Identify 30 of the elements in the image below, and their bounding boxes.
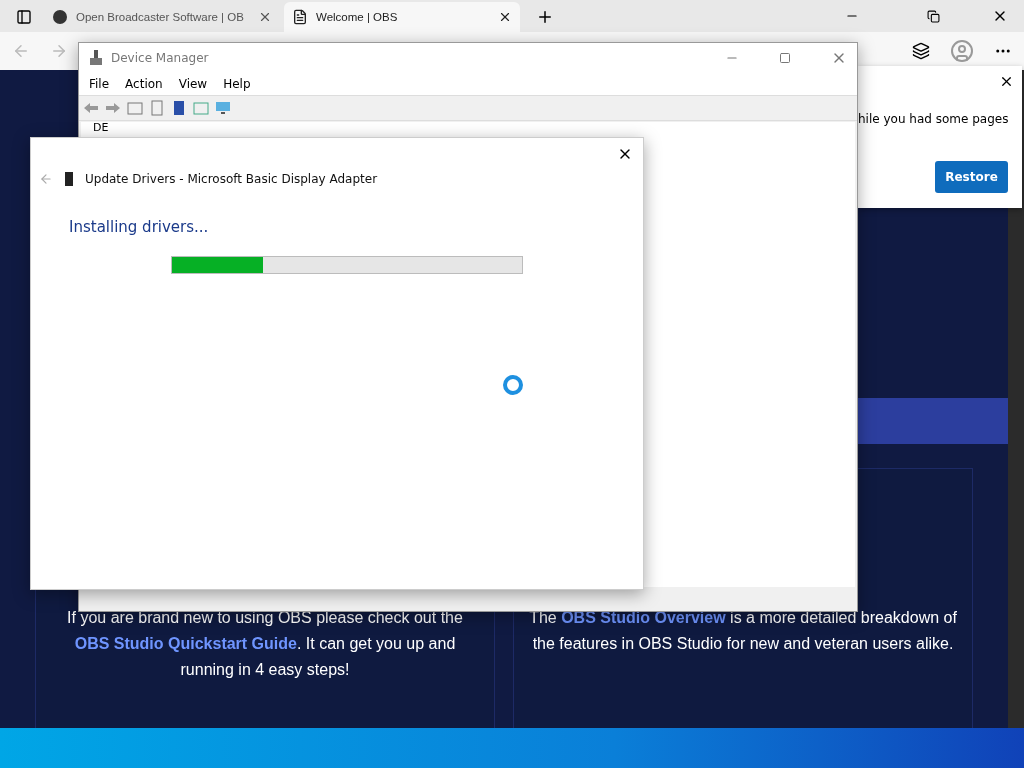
guide-link[interactable]: OBS Studio Quickstart Guide [74, 635, 297, 652]
logo-icon [52, 9, 68, 25]
tab-actions-icon[interactable] [16, 9, 32, 25]
new-tab-icon[interactable] [536, 8, 554, 26]
menu-item[interactable]: Help [223, 77, 251, 91]
monitor-icon[interactable] [215, 100, 231, 116]
close-icon[interactable] [258, 10, 272, 24]
browser-tab[interactable]: Open Broadcaster Software | OB [44, 2, 280, 32]
adapter-icon [65, 172, 73, 186]
popup-message: hile you had some pages [858, 112, 1009, 126]
menu-item[interactable]: File [89, 77, 110, 91]
status-text: Installing drivers... [69, 218, 210, 236]
tree-item[interactable]: DE [93, 121, 109, 134]
restore-icon[interactable] [927, 10, 940, 23]
avatar-icon[interactable] [950, 39, 974, 63]
restore-button[interactable]: Restore [935, 161, 1008, 193]
page-icon [292, 9, 308, 25]
computer-icon [89, 50, 103, 66]
window-title: Device Manager [111, 51, 209, 65]
menu-item[interactable]: Action [125, 77, 163, 91]
dialog-title: Update Drivers - Microsoft Basic Display Adapter [85, 172, 378, 186]
close-icon[interactable] [999, 74, 1014, 89]
tab-title: Open Broadcaster Software | OB [76, 11, 245, 23]
spinner-icon [502, 374, 524, 396]
collections-icon[interactable] [912, 42, 930, 60]
close-icon[interactable] [498, 10, 512, 24]
maximize-icon[interactable] [779, 52, 791, 64]
tab-title: Welcome | OBS [316, 11, 399, 23]
menu-item[interactable]: View [178, 77, 208, 91]
browser-tab[interactable]: Welcome | OBS [284, 2, 520, 32]
